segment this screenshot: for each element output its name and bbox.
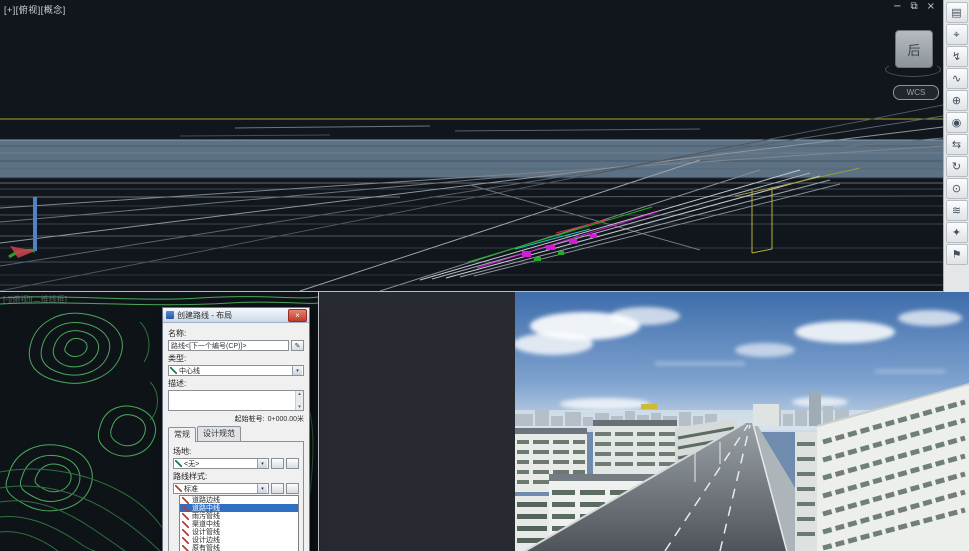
close-icon[interactable]: × — [927, 1, 935, 13]
polyline-tool-icon[interactable]: ↯ — [946, 46, 968, 67]
site-combobox[interactable]: <无> ▾ — [173, 458, 269, 469]
description-label: 描述: — [168, 378, 304, 389]
wireframe-drawing — [0, 0, 943, 291]
alignment-style-icon — [182, 545, 189, 551]
dialog-tabs: 常规 设计规范 — [168, 426, 304, 441]
viewport-top-label[interactable]: [+][俯视][概念] — [4, 3, 66, 16]
right-tool-strip: ▤ ⌖ ↯ ∿ ⊕ ◉ ⇆ ↻ ⊙ ≋ ✦ ⚑ — [943, 0, 969, 292]
style-dropdown-list: 道路边线 道路中线 雨污管线 渠道中线 — [179, 495, 299, 551]
start-station-row: 起始桩号: 0+000.00米 — [168, 414, 304, 424]
style-option[interactable]: 原有管线 — [180, 544, 298, 551]
alignment-style-icon — [182, 521, 189, 528]
point-tool-icon[interactable]: ✦ — [946, 222, 968, 243]
type-label: 类型: — [168, 353, 304, 364]
wcs-menu[interactable]: WCS — [893, 85, 939, 100]
name-input[interactable] — [168, 340, 289, 351]
viewport-3d-render[interactable] — [515, 292, 969, 551]
tab-general[interactable]: 常规 — [168, 427, 196, 442]
restore-icon[interactable]: ⧉ — [910, 1, 917, 13]
viewport-empty[interactable] — [318, 292, 515, 551]
orbit-tool-icon[interactable]: ◉ — [946, 112, 968, 133]
surface-tool-icon[interactable]: ≋ — [946, 200, 968, 221]
centerline-icon — [170, 367, 177, 374]
start-station-value: 0+000.00米 — [268, 414, 304, 424]
select-tool-icon[interactable]: ▤ — [946, 2, 968, 23]
alignment-style-icon — [175, 485, 182, 492]
alignment-style-icon — [182, 529, 189, 536]
dialog-title: 创建路线 - 布局 — [177, 310, 288, 321]
start-station-label: 起始桩号: — [235, 414, 265, 424]
create-alignment-dialog: 创建路线 - 布局 × 名称: ✎ 类型: 中心线 ▾ 描述: ▴ ▾ — [162, 307, 310, 551]
dialog-close-icon[interactable]: × — [288, 309, 307, 322]
site-browse-icon[interactable] — [271, 458, 284, 469]
zoom-tool-icon[interactable]: ⊙ — [946, 178, 968, 199]
site-value: <无> — [184, 459, 199, 469]
minimize-icon[interactable]: − — [893, 1, 901, 13]
cad-app-window: [+][俯视][概念] − ⧉ × 后 WCS ▤ ⌖ ↯ ∿ ⊕ ◉ ⇆ ↻ … — [0, 0, 969, 551]
drawing-window-controls: − ⧉ × — [893, 1, 935, 13]
chevron-down-icon[interactable]: ▾ — [257, 459, 267, 468]
dialog-body: 名称: ✎ 类型: 中心线 ▾ 描述: ▴ ▾ 起始桩号: 0+000.00米 — [163, 323, 309, 551]
add-tool-icon[interactable]: ⊕ — [946, 90, 968, 111]
alignment-style-icon — [182, 505, 189, 512]
site-label: 场地: — [173, 446, 299, 457]
render-scene — [515, 292, 969, 551]
textarea-scrollbar[interactable]: ▴ ▾ — [295, 391, 303, 410]
viewport-top-wireframe[interactable]: [+][俯视][概念] − ⧉ × 后 WCS ▤ ⌖ ↯ ∿ ⊕ ◉ ⇆ ↻ … — [0, 0, 969, 292]
flag-tool-icon[interactable]: ⚑ — [946, 244, 968, 265]
alignment-style-icon — [182, 513, 189, 520]
type-combobox[interactable]: 中心线 ▾ — [168, 365, 304, 376]
profile-tool-icon[interactable]: ∿ — [946, 68, 968, 89]
chevron-down-icon[interactable]: ▾ — [292, 366, 302, 375]
swap-tool-icon[interactable]: ⇆ — [946, 134, 968, 155]
target-tool-icon[interactable]: ⌖ — [946, 24, 968, 45]
style-value: 标准 — [184, 484, 198, 494]
alignment-style-icon — [182, 537, 189, 544]
tab-design-criteria[interactable]: 设计规范 — [197, 426, 241, 441]
name-label: 名称: — [168, 328, 304, 339]
alignment-style-combobox[interactable]: 标准 ▾ — [173, 483, 269, 494]
style-edit-icon[interactable] — [271, 483, 284, 494]
type-value: 中心线 — [179, 366, 200, 376]
scroll-up-icon[interactable]: ▴ — [298, 391, 301, 397]
refresh-tool-icon[interactable]: ↻ — [946, 156, 968, 177]
viewcube[interactable]: 后 — [895, 30, 933, 68]
description-textarea[interactable]: ▴ ▾ — [168, 390, 304, 411]
name-picker-icon[interactable]: ✎ — [291, 340, 304, 351]
chevron-down-icon[interactable]: ▾ — [257, 484, 267, 493]
site-icon — [175, 460, 182, 467]
style-pick-icon[interactable] — [286, 483, 299, 494]
dialog-app-icon — [166, 311, 174, 319]
style-label: 路线样式: — [173, 471, 299, 482]
style-option-label: 原有管线 — [192, 543, 220, 551]
general-tab-panel: 场地: <无> ▾ 路线样式: 标准 ▾ — [168, 441, 304, 551]
viewport-contour-label[interactable]: [-][俯视][二维线框] — [3, 294, 67, 305]
alignment-style-icon — [182, 497, 189, 504]
scroll-down-icon[interactable]: ▾ — [298, 404, 301, 410]
site-pick-icon[interactable] — [286, 458, 299, 469]
dialog-title-bar[interactable]: 创建路线 - 布局 × — [163, 308, 309, 323]
